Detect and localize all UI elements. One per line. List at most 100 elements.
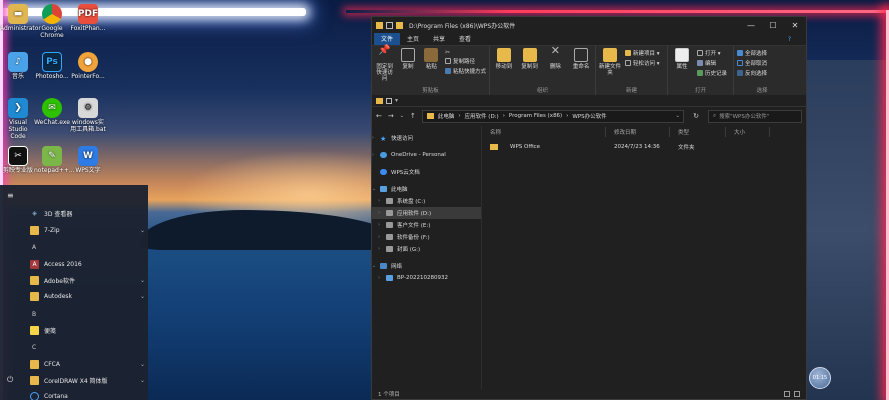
desktop-icon-label: 音乐 xyxy=(11,73,24,80)
chevron-right-icon[interactable]: › xyxy=(378,275,384,281)
desktop-icon-windows-toolbox[interactable]: ⚙ windows实用工具箱.bat xyxy=(70,98,106,133)
help-icon[interactable]: ? xyxy=(781,35,798,45)
breadcrumb-this-pc[interactable]: 此电脑 xyxy=(438,112,455,120)
start-letter-c[interactable]: C xyxy=(32,344,36,351)
start-item-sticky-notes[interactable]: 便笺 xyxy=(30,324,145,336)
start-item-3d-viewer[interactable]: ◈ 3D 查看器 xyxy=(30,207,145,219)
search-input[interactable]: ⌕ 搜索"WPS办公软件" xyxy=(708,109,802,123)
easy-access-button[interactable]: 轻松访问 ▾ xyxy=(625,59,660,67)
chevron-down-icon[interactable]: ⌄ xyxy=(140,361,145,368)
desktop-icon-wps-writer[interactable]: W WPS文字 xyxy=(70,146,106,174)
start-item-adobe[interactable]: Adobe软件 ⌄ xyxy=(30,274,145,286)
floating-widget[interactable]: 01:15 xyxy=(809,367,831,389)
desktop-icon-jianying[interactable]: ✂ 剪映专业版 xyxy=(0,146,36,174)
forward-arrow-icon[interactable]: → xyxy=(388,112,394,120)
breadcrumb-drive-d[interactable]: 应用软件 (D:) xyxy=(465,112,499,120)
column-header-date[interactable]: 修改日期 xyxy=(606,127,670,137)
open-button[interactable]: 打开 ▾ xyxy=(697,49,727,57)
desktop-icon-pointerfocus[interactable]: ● PointerFo... xyxy=(70,52,106,80)
column-header-size[interactable]: 大小 xyxy=(726,127,770,137)
cut-button[interactable]: ✂ xyxy=(445,49,486,56)
minimize-button[interactable]: — xyxy=(740,21,762,30)
file-row[interactable]: WPS Office 2024/7/23 14:36 文件夹 xyxy=(482,141,806,153)
nav-drive-f[interactable]: › 软件备份 (F:) xyxy=(372,231,481,243)
tab-share[interactable]: 共享 xyxy=(426,33,452,45)
start-item-cfca[interactable]: CFCA ⌄ xyxy=(30,358,145,370)
new-folder-icon[interactable] xyxy=(396,22,403,29)
up-arrow-icon[interactable]: ↑ xyxy=(410,112,416,120)
chevron-right-icon[interactable]: › xyxy=(378,234,384,240)
start-item-cortana[interactable]: Cortana xyxy=(30,390,145,400)
nav-quick-access[interactable]: › ★ 快速访问 xyxy=(372,132,481,144)
tab-file[interactable]: 文件 xyxy=(374,33,401,45)
maximize-button[interactable]: ☐ xyxy=(762,21,784,30)
properties-icon[interactable] xyxy=(386,97,392,104)
desktop-icon-music[interactable]: ♪ 音乐 xyxy=(0,52,36,80)
nav-drive-e[interactable]: › 客户文件 (E:) xyxy=(372,219,481,231)
large-icons-view-icon[interactable] xyxy=(794,391,800,397)
nav-network-pc[interactable]: › BP-202210280932 xyxy=(372,272,481,284)
tab-home[interactable]: 主页 xyxy=(400,33,426,45)
nav-onedrive[interactable]: › OneDrive - Personal xyxy=(372,149,481,161)
properties-icon[interactable] xyxy=(386,22,393,29)
refresh-icon[interactable]: ↻ xyxy=(690,112,702,120)
new-item-button[interactable]: 新建项目 ▾ xyxy=(625,49,660,57)
chevron-down-icon[interactable]: ⌄ xyxy=(140,277,145,284)
chevron-right-icon[interactable]: › xyxy=(372,152,378,158)
desktop-icon-photoshop[interactable]: Ps Photosho... xyxy=(34,52,70,80)
details-view-icon[interactable] xyxy=(784,391,790,397)
nav-network[interactable]: ⌄ 网络 xyxy=(372,260,481,272)
edit-button[interactable]: 编辑 xyxy=(697,59,727,67)
start-item-access[interactable]: A Access 2016 xyxy=(30,258,145,270)
column-header-type[interactable]: 类型 xyxy=(670,127,726,137)
recent-locations-icon[interactable]: ⌄ xyxy=(400,113,404,119)
chevron-down-icon[interactable]: ⌄ xyxy=(140,227,145,234)
chevron-down-icon[interactable]: ⌄ xyxy=(140,293,145,300)
nav-drive-d[interactable]: › 应用软件 (D:) xyxy=(372,207,481,219)
breadcrumb-separator[interactable]: › xyxy=(458,113,460,119)
chevron-down-icon[interactable]: ▾ xyxy=(395,97,398,104)
desktop-icon-notepad-plus-plus[interactable]: ✎ notepad++... xyxy=(34,146,75,174)
invert-selection-button[interactable]: 反向选择 xyxy=(737,69,767,77)
desktop-icon-vscode[interactable]: ❯ Visual Studio Code xyxy=(0,98,36,140)
breadcrumb-separator[interactable]: › xyxy=(566,113,568,119)
close-button[interactable]: ✕ xyxy=(784,21,806,30)
nav-this-pc[interactable]: ⌄ 此电脑 xyxy=(372,183,481,195)
breadcrumb-separator[interactable]: › xyxy=(503,113,505,119)
back-arrow-icon[interactable]: ← xyxy=(376,112,382,120)
history-button[interactable]: 历史记录 xyxy=(697,69,727,77)
select-all-button[interactable]: 全部选择 xyxy=(737,49,767,57)
nav-wps-cloud[interactable]: WPS云文档 xyxy=(372,166,481,178)
breadcrumb-wps[interactable]: WPS办公软件 xyxy=(572,112,606,120)
copy-path-button[interactable]: 复制路径 xyxy=(444,57,486,65)
chevron-right-icon[interactable]: › xyxy=(378,246,384,252)
chevron-down-icon[interactable]: ⌄ xyxy=(372,186,378,192)
start-item-coreldraw[interactable]: CorelDRAW X4 简体版 ⌄ xyxy=(30,374,145,386)
paste-shortcut-button[interactable]: 粘贴快捷方式 xyxy=(444,67,486,75)
address-bar[interactable]: 此电脑 › 应用软件 (D:) › Program Files (x86) › … xyxy=(421,109,684,123)
address-dropdown-icon[interactable]: ⌄ xyxy=(672,113,683,119)
select-none-button[interactable]: 全部取消 xyxy=(737,59,767,67)
start-item-7zip[interactable]: 7-Zip ⌄ xyxy=(30,224,145,236)
nav-drive-c[interactable]: › 系统盘 (C:) xyxy=(372,195,481,207)
nav-drive-g[interactable]: › 封面 (G:) xyxy=(372,243,481,255)
hamburger-icon[interactable]: ≡ xyxy=(7,191,14,200)
chevron-right-icon[interactable]: › xyxy=(372,135,378,141)
chevron-down-icon[interactable]: ⌄ xyxy=(372,263,378,269)
chevron-down-icon[interactable]: ⌄ xyxy=(140,377,145,384)
start-item-autodesk[interactable]: Autodesk ⌄ xyxy=(30,290,145,302)
start-letter-a[interactable]: A xyxy=(32,244,36,251)
chevron-right-icon[interactable]: › xyxy=(378,198,384,204)
desktop-icon-foxit-phantom[interactable]: PDF FoxitPhan... xyxy=(70,4,106,32)
chevron-right-icon[interactable]: › xyxy=(378,210,384,216)
title-bar[interactable]: D:\Program Files (x86)\WPS办公软件 — ☐ ✕ xyxy=(372,17,806,34)
tab-view[interactable]: 查看 xyxy=(452,33,478,45)
start-letter-b[interactable]: B xyxy=(32,311,36,318)
desktop-icon-google-chrome[interactable]: Google Chrome xyxy=(34,4,70,39)
power-icon[interactable]: ⏻ xyxy=(7,375,13,385)
chevron-right-icon[interactable]: › xyxy=(378,222,384,228)
desktop-icon-administrator[interactable]: ▬ Administrator xyxy=(0,4,41,32)
desktop-icon-wechat[interactable]: ✉ WeChat.exe xyxy=(34,98,70,126)
column-header-name[interactable]: 名称 xyxy=(482,127,606,137)
breadcrumb-program-files[interactable]: Program Files (x86) xyxy=(509,113,562,119)
